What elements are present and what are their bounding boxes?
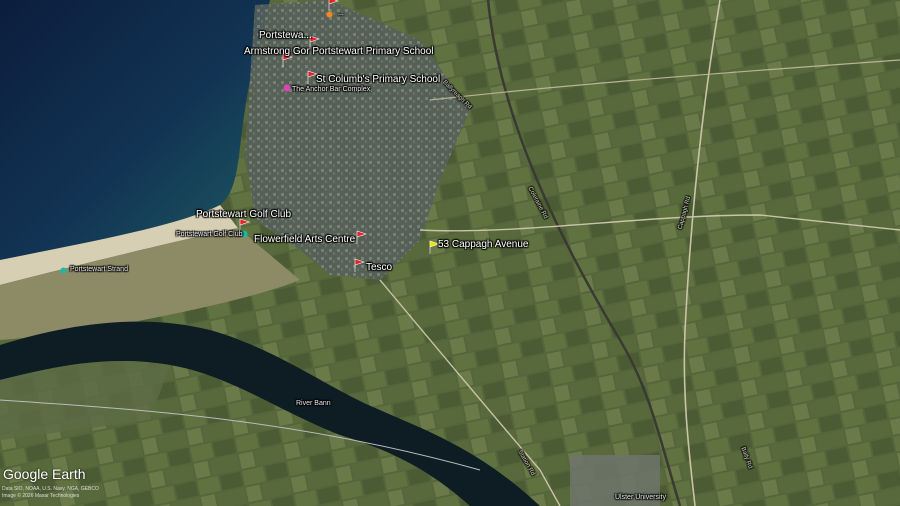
place-label-anchor[interactable]: The Anchor Bar Complex bbox=[292, 86, 370, 93]
place-label-river-bann: River Bann bbox=[296, 400, 331, 407]
satellite-map[interactable]: ... Portstewa... Armstrong Gor Portstewa… bbox=[0, 0, 900, 506]
place-label-cappagh[interactable]: 53 Cappagh Avenue bbox=[438, 239, 528, 250]
map-pin-red[interactable] bbox=[353, 258, 365, 272]
place-label-tesco[interactable]: Tesco bbox=[366, 262, 392, 273]
place-label-ulster-uni[interactable]: Ulster University bbox=[615, 494, 666, 501]
map-pin-red[interactable] bbox=[355, 230, 367, 244]
place-label-golf-club[interactable]: Portstewart Golf Club bbox=[196, 209, 291, 220]
map-imagery bbox=[0, 0, 900, 506]
shop-icon bbox=[326, 11, 333, 18]
place-label-strand[interactable]: Portstewart Strand bbox=[70, 266, 128, 273]
credit-line: Data SIO, NOAA, U.S. Navy, NGA, GEBCO bbox=[2, 486, 99, 492]
place-label-portstewart: Portstewa... bbox=[259, 30, 312, 41]
venue-icon bbox=[283, 84, 291, 92]
imagery-credits: Data SIO, NOAA, U.S. Navy, NGA, GEBCO Im… bbox=[2, 486, 99, 500]
place-label-top: ... bbox=[338, 10, 344, 17]
google-earth-logo: Google Earth bbox=[3, 466, 86, 482]
place-label-primary-school[interactable]: Armstrong Gor Portstewart Primary School bbox=[244, 46, 434, 57]
place-label-golf-club-small[interactable]: Portstewart Golf Club bbox=[176, 231, 243, 238]
beach-icon bbox=[60, 267, 67, 274]
credit-line: Image © 2026 Maxar Technologies bbox=[2, 493, 80, 499]
place-label-st-columbs[interactable]: St Columb's Primary School bbox=[316, 74, 440, 85]
place-label-flowerfield[interactable]: Flowerfield Arts Centre bbox=[254, 234, 355, 245]
